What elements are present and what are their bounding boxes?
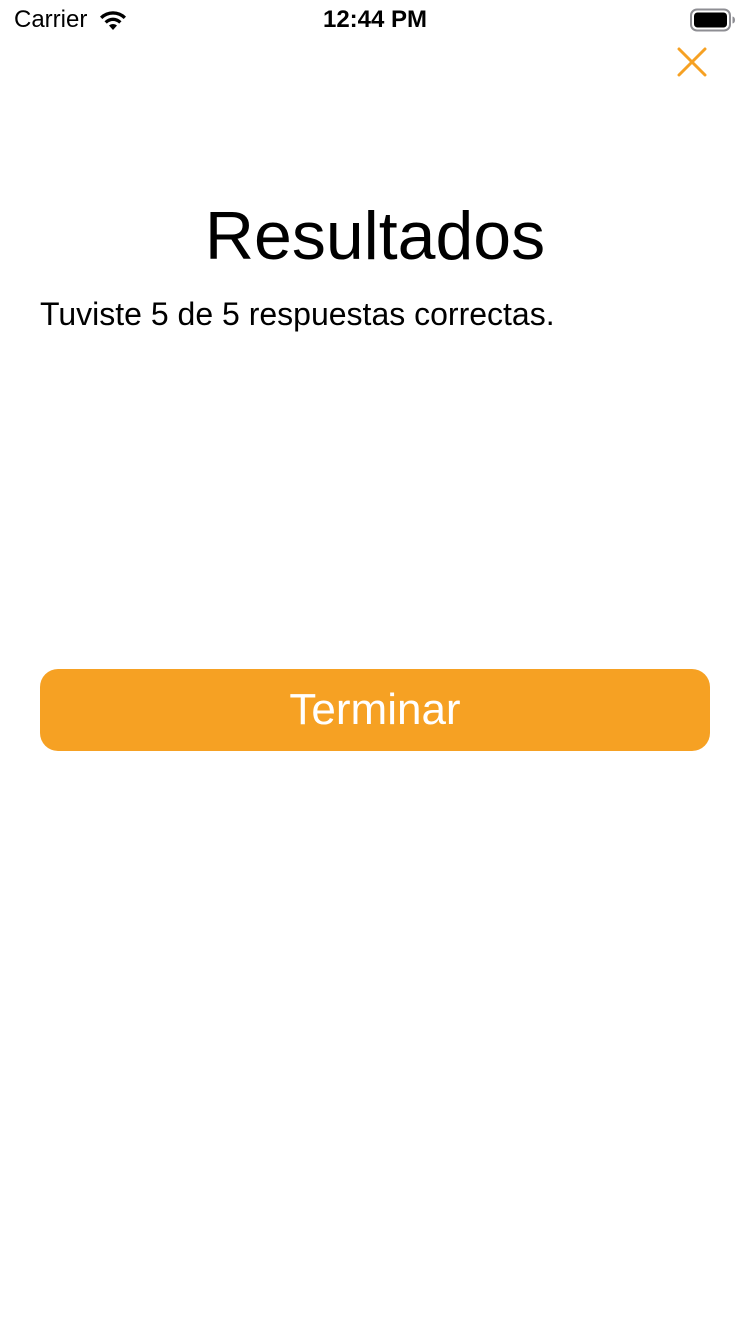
page-title: Resultados [204,198,546,274]
close-icon [677,47,707,77]
finish-button[interactable]: Terminar [40,669,710,751]
results-screen: Carrier 12:44 PM Resultados Tuviste 5 de… [0,0,750,1334]
close-button[interactable] [664,34,720,90]
status-bar: Carrier 12:44 PM [0,0,750,40]
result-message: Tuviste 5 de 5 respuestas correctas. [40,296,555,332]
battery-icon [690,8,735,32]
status-time: 12:44 PM [322,6,428,33]
